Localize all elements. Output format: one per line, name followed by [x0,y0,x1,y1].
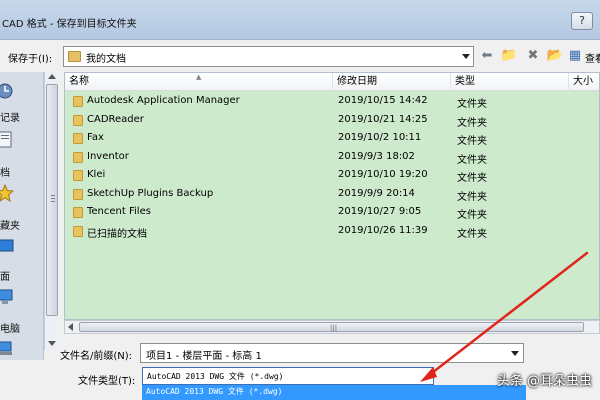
file-type: 文件夹 [457,154,487,166]
file-list[interactable]: 名称 ▲ 修改日期 类型 大小 Autodesk Application Man… [64,72,600,320]
horizontal-scroll-thumb[interactable]: ||| [79,322,584,332]
folder-icon [73,188,83,200]
places-bar: 记录 档 藏夹 面 电脑 [0,72,44,360]
folder-icon [73,170,83,181]
file-date: 2019/9/3 18:02 [338,150,415,162]
file-date: 2019/10/2 10:11 [338,132,422,143]
column-header-size[interactable]: 大小 [569,73,599,91]
help-button[interactable]: ? [571,12,593,30]
place-label: 电脑 [0,324,20,335]
file-type: 文件夹 [457,228,487,240]
table-row[interactable]: Tencent Files 2019/10/27 9:05 文件夹 [65,203,599,221]
scroll-left-icon[interactable] [68,323,73,331]
place-label: 档 [0,168,10,179]
filetype-option-text: AutoCAD 2013 DWG 文件 (*.dwg) [146,387,283,396]
scroll-up-icon[interactable] [48,74,56,79]
file-date: 2019/10/27 9:05 [338,206,422,217]
file-type: 文件夹 [457,210,487,221]
file-date: 2019/10/15 14:42 [338,95,428,106]
file-name: Inventor [87,150,129,162]
title-bar: CAD 格式 - 保存到目标文件夹 ? [0,0,600,40]
save-in-label: 保存于(I): [8,54,53,65]
table-row[interactable]: 已扫描的文档 2019/10/26 11:39 文件夹 [65,222,599,240]
file-date: 2019/10/21 14:25 [338,113,428,125]
filetype-option-highlighted[interactable]: AutoCAD 2013 DWG 文件 (*.dwg) [142,385,526,400]
horizontal-scrollbar[interactable]: ||| [64,320,600,334]
folder-icon [73,133,83,144]
grip-line [51,195,55,196]
file-type: 文件夹 [457,117,487,129]
folder-icon [73,96,83,107]
column-header-type[interactable]: 类型 [451,73,569,91]
file-name: Autodesk Application Manager [87,95,240,106]
folder-icon [73,151,83,163]
documents-icon [0,131,12,148]
new-folder-icon[interactable]: 📂 [546,47,564,65]
folder-icon [73,114,83,126]
table-row[interactable]: Inventor 2019/9/3 18:02 文件夹 [65,148,599,166]
file-name: Fax [87,132,104,143]
back-arrow-icon[interactable]: ⬅ [478,47,496,65]
address-row: 保存于(I): 我的文档 ⬅ 📁 ✖ 📂 ▦ 查看 [0,40,600,72]
grip-line [51,198,55,199]
file-type: 文件夹 [457,173,487,184]
file-name: 已扫描的文档 [87,228,147,240]
scroll-down-icon[interactable] [48,341,56,346]
folder-icon [73,225,83,237]
window-title: CAD 格式 - 保存到目标文件夹 [2,19,137,30]
file-type: 文件夹 [457,136,487,147]
table-row[interactable]: SketchUp Plugins Backup 2019/9/9 20:14 文… [65,185,599,203]
file-name: Tencent Files [87,206,151,217]
delete-icon[interactable]: ✖ [524,47,542,65]
favorites-icon [0,184,14,202]
network-icon [0,341,12,355]
folder-icon [68,51,81,62]
watermark: 头条 @耳朵虫虫 [496,374,592,389]
filetype-value: AutoCAD 2013 DWG 文件 (*.dwg) [147,372,284,381]
file-date: 2019/10/10 19:20 [338,169,428,180]
file-name: SketchUp Plugins Backup [87,187,214,199]
grip-line [51,201,55,202]
file-date: 2019/9/9 20:14 [338,187,415,199]
table-row[interactable]: Fax 2019/10/2 10:11 文件夹 [65,129,599,147]
file-type: 文件夹 [457,191,487,203]
history-icon [0,83,13,99]
table-row[interactable]: Autodesk Application Manager 2019/10/15 … [65,92,599,110]
place-label: 面 [0,272,10,283]
filetype-select[interactable]: AutoCAD 2013 DWG 文件 (*.dwg) [142,367,434,385]
file-name: CADReader [87,113,144,125]
save-in-combo[interactable]: 我的文档 [63,46,474,67]
places-scrollbar[interactable] [44,72,59,350]
table-row[interactable]: Klei 2019/10/10 19:20 文件夹 [65,166,599,184]
folder-icon [73,207,83,218]
up-folder-icon[interactable]: 📁 [500,47,518,65]
filename-label: 文件名/前缀(N): [60,351,133,362]
place-label: 藏夹 [0,221,20,232]
desktop-icon [0,239,14,252]
scroll-thumb[interactable] [46,84,58,316]
grip-icon: ||| [330,324,338,332]
view-label[interactable]: 查看 [585,50,600,65]
file-date: 2019/10/26 11:39 [338,224,428,236]
filename-input[interactable]: 项目1 - 楼层平面 - 标高 1 [140,343,524,363]
column-header-date[interactable]: 修改日期 [333,73,451,91]
table-row[interactable]: CADReader 2019/10/21 14:25 文件夹 [65,111,599,129]
save-dialog: CAD 格式 - 保存到目标文件夹 ? 保存于(I): 我的文档 ⬅ 📁 ✖ 📂… [0,0,600,400]
chevron-down-icon[interactable] [462,54,470,59]
filetype-label: 文件类型(T): [78,376,136,387]
chevron-down-icon[interactable] [511,351,519,356]
current-folder: 我的文档 [86,54,126,65]
list-header: 名称 ▲ 修改日期 类型 大小 [65,73,599,91]
file-type: 文件夹 [457,99,487,110]
place-label: 记录 [0,113,20,124]
computer-icon [0,289,13,304]
sort-up-icon: ▲ [196,73,202,81]
filename-value: 项目1 - 楼层平面 - 标高 1 [146,351,262,362]
file-name: Klei [87,169,106,180]
view-icon[interactable]: ▦ [566,47,584,65]
